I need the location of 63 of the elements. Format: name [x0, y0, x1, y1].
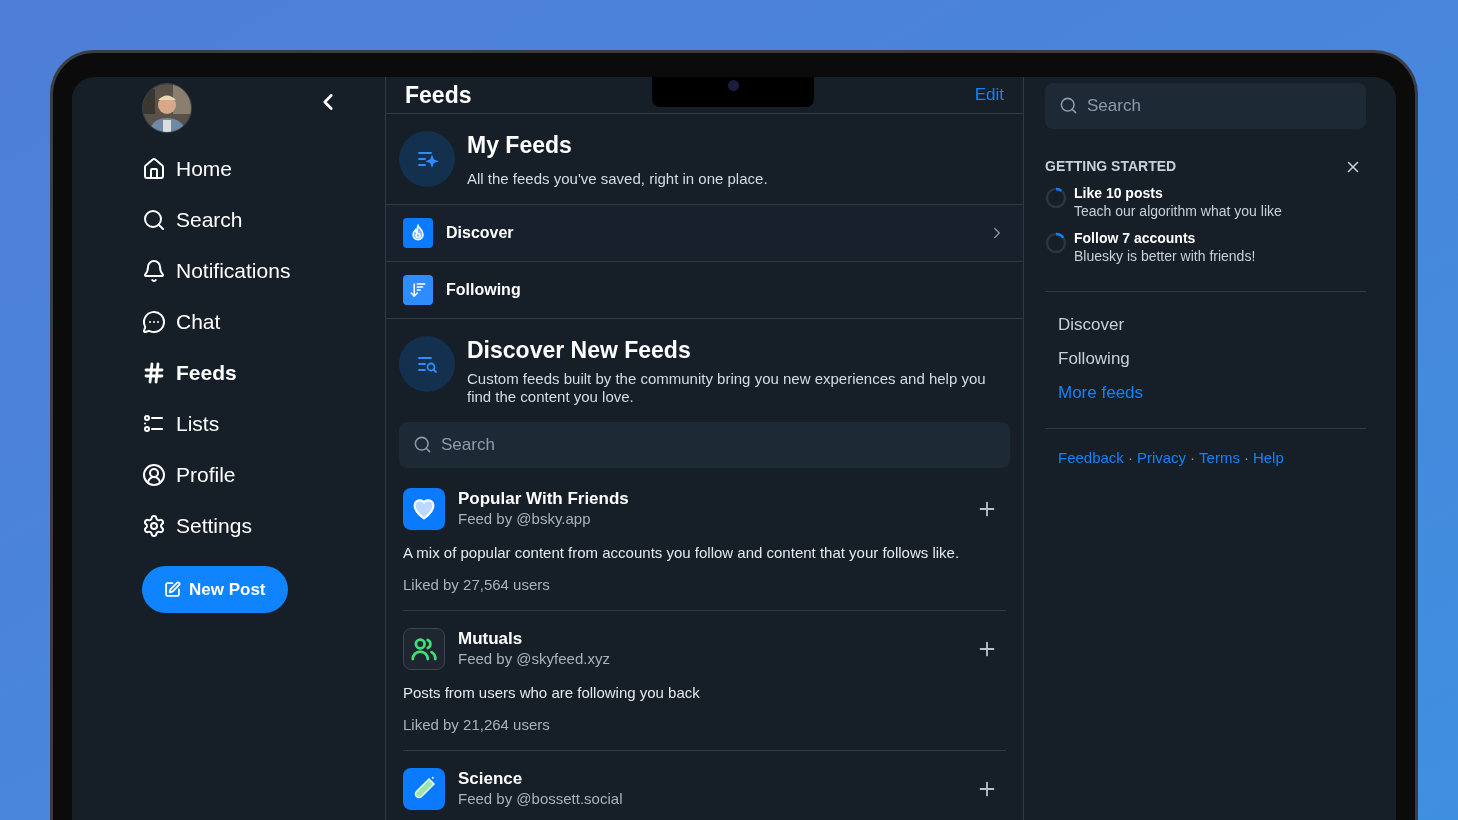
getting-started-title: GETTING STARTED — [1045, 157, 1177, 176]
feed-link[interactable]: More feeds — [1058, 382, 1366, 404]
section-title: My Feeds — [467, 130, 573, 160]
chat-icon — [142, 310, 166, 334]
feed-author: Feed by @bsky.app — [458, 509, 592, 529]
separator-dot: · — [1189, 448, 1197, 468]
feed-row[interactable]: Discover — [386, 205, 1023, 262]
footer-link[interactable]: Terms — [1199, 447, 1240, 470]
separator-dot: · — [1126, 448, 1134, 468]
feed-name: Science — [458, 769, 524, 789]
new-post-button[interactable]: New Post — [142, 566, 288, 613]
feed-author: Feed by @bossett.social — [458, 789, 624, 809]
settings-icon — [142, 514, 166, 538]
sort-icon — [403, 275, 433, 305]
edit-link[interactable]: Edit — [974, 82, 1004, 108]
progress-ring — [1045, 187, 1067, 209]
feed-description: Posts from users who are following you back — [403, 683, 701, 703]
footer-link[interactable]: Help — [1252, 447, 1284, 470]
feed-likes: Liked by 21,264 users — [403, 714, 551, 735]
section-title: Discover New Feeds — [467, 336, 692, 364]
nav-item[interactable]: Notifications — [142, 257, 385, 285]
section-subtitle: Custom feeds built by the community bring you new experiences and help you find the content you love. — [467, 370, 987, 406]
page-title: Feeds — [405, 80, 472, 110]
compose-icon — [164, 581, 181, 598]
feed-link[interactable]: Following — [1058, 348, 1366, 370]
nav-item[interactable]: Settings — [142, 512, 385, 540]
search-icon — [1059, 96, 1078, 115]
search-icon — [413, 435, 432, 454]
separator-dot: · — [1242, 448, 1250, 468]
section-subtitle: All the feeds you've saved, right in one place. — [467, 169, 768, 189]
hash-icon — [142, 361, 166, 385]
nav-item[interactable]: Chat — [142, 308, 385, 336]
bell-icon — [142, 259, 166, 283]
task-subtitle: Bluesky is better with friends! — [1074, 247, 1256, 266]
home-icon — [142, 157, 166, 181]
camera-icon — [727, 80, 739, 91]
nav-item[interactable]: Profile — [142, 461, 385, 489]
search-icon — [142, 208, 166, 232]
feed-link[interactable]: Discover — [1058, 314, 1366, 336]
test-tube-feed-icon — [403, 768, 445, 810]
nav-item[interactable]: Search — [142, 206, 385, 234]
avatar[interactable] — [142, 83, 192, 133]
nav-item[interactable]: Lists — [142, 410, 385, 438]
footer-link[interactable]: Privacy — [1136, 447, 1187, 470]
feed-row[interactable]: Following — [386, 262, 1023, 319]
task-title: Like 10 posts — [1074, 185, 1164, 202]
task-subtitle: Teach our algorithm what you like — [1074, 202, 1282, 221]
flame-icon — [403, 218, 433, 248]
progress-ring — [1045, 232, 1067, 254]
heart-feed-icon — [403, 488, 445, 530]
feed-author: Feed by @skyfeed.xyz — [458, 649, 611, 669]
nav-item[interactable]: Home — [142, 155, 385, 183]
feed-likes: Liked by 27,564 users — [403, 574, 551, 595]
feed-name: Popular With Friends — [458, 489, 630, 509]
search-field[interactable]: Search — [1045, 83, 1366, 129]
feed-name: Mutuals — [458, 629, 524, 649]
people-feed-icon — [403, 628, 445, 670]
task-title: Follow 7 accounts — [1074, 230, 1197, 247]
search-field[interactable]: Search — [399, 422, 1010, 468]
nav-item[interactable]: Feeds — [142, 359, 385, 387]
footer-link[interactable]: Feedback — [1058, 447, 1124, 470]
feed-description: A mix of popular content from accounts you follow and content that your follows like. — [403, 543, 961, 563]
profile-icon — [142, 463, 166, 487]
